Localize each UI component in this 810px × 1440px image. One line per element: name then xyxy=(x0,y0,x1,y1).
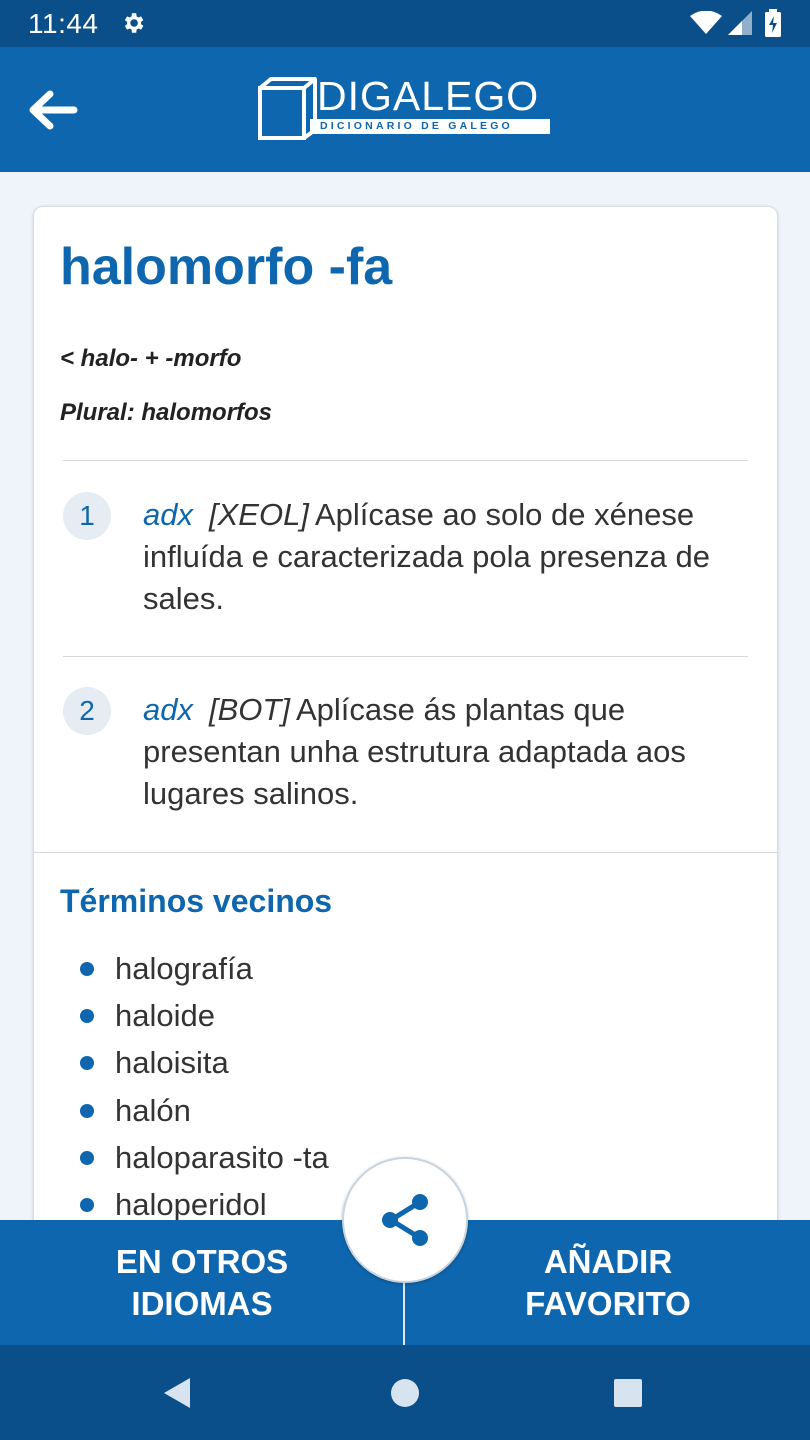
back-arrow-icon[interactable] xyxy=(22,85,82,135)
sense-pos: adx xyxy=(143,497,193,532)
nav-recents-icon[interactable] xyxy=(612,1377,644,1409)
nav-back-icon[interactable] xyxy=(160,1375,196,1411)
neighbors-list: halografía haloide haloisita halón halop… xyxy=(78,945,329,1228)
neighbors-title: Términos vecinos xyxy=(60,883,333,919)
section-divider xyxy=(34,852,777,853)
plural-form: Plural: halomorfos xyxy=(60,399,273,426)
action-separator xyxy=(403,1280,405,1345)
bullet-icon xyxy=(80,1197,94,1212)
sense-number: 2 xyxy=(63,687,111,735)
neighbor-label: halón xyxy=(115,1092,191,1128)
app-header: DIGALEGO DICIONARIO DE GALEGO xyxy=(0,47,810,172)
system-nav-bar xyxy=(0,1345,810,1440)
logo: DIGALEGO DICIONARIO DE GALEGO xyxy=(257,73,553,145)
share-icon xyxy=(382,1194,428,1246)
neighbor-label: haloparasito -ta xyxy=(115,1139,329,1175)
add-favorite-line1: AÑADIR xyxy=(543,1242,673,1280)
bullet-icon xyxy=(80,962,94,976)
neighbor-item[interactable]: haloisita xyxy=(78,1039,329,1086)
neighbor-label: halografía xyxy=(115,951,253,986)
battery-icon xyxy=(765,9,781,37)
add-favorite-label: AÑADIR FAVORITO xyxy=(525,1241,691,1325)
bullet-icon xyxy=(80,1009,94,1024)
other-languages-line1: EN OTROS xyxy=(115,1242,289,1280)
signal-icon xyxy=(728,11,752,35)
neighbor-label: haloide xyxy=(115,998,215,1034)
neighbor-item[interactable]: halón xyxy=(78,1087,329,1134)
divider xyxy=(63,656,748,657)
divider xyxy=(63,460,748,461)
share-button[interactable] xyxy=(342,1157,468,1283)
status-bar: 11:44 xyxy=(0,0,810,47)
add-favorite-button[interactable]: AÑADIR FAVORITO xyxy=(406,1220,810,1345)
sense-definition: adx [XEOL] Aplícase ao solo de xénese infl… xyxy=(143,494,753,620)
neighbor-item[interactable]: haloparasito -ta xyxy=(78,1134,329,1181)
sense-pos: adx xyxy=(143,692,193,727)
add-favorite-line2: FAVORITO xyxy=(525,1284,691,1322)
sense-number: 1 xyxy=(63,492,111,540)
nav-home-icon[interactable] xyxy=(389,1377,421,1409)
other-languages-button[interactable]: EN OTROS IDIOMAS xyxy=(0,1220,404,1345)
neighbor-label: haloisita xyxy=(115,1045,229,1081)
gear-icon xyxy=(124,13,144,33)
sense-area: [XEOL] xyxy=(208,497,309,532)
sense-definition: adx [BOT] Aplícase ás plantas que presenta… xyxy=(143,689,753,815)
etymology: < halo- + -morfo xyxy=(60,345,242,372)
bullet-icon xyxy=(80,1150,94,1165)
logo-title: DIGALEGO xyxy=(317,73,540,119)
status-time: 11:44 xyxy=(28,8,99,39)
other-languages-label: EN OTROS IDIOMAS xyxy=(116,1241,288,1325)
neighbor-item[interactable]: haloide xyxy=(78,992,329,1039)
neighbor-label: haloperidol xyxy=(115,1186,267,1222)
bullet-icon xyxy=(80,1056,94,1071)
neighbor-item[interactable]: halografía xyxy=(78,945,329,992)
wifi-icon xyxy=(690,11,722,34)
entry-card: halomorfo -fa < halo- + -morfo Plural: h… xyxy=(33,206,778,1236)
other-languages-line2: IDIOMAS xyxy=(131,1284,273,1322)
headword: halomorfo -fa xyxy=(60,238,393,296)
bullet-icon xyxy=(80,1103,94,1118)
logo-subtitle: DICIONARIO DE GALEGO xyxy=(320,120,513,132)
sense-area: [BOT] xyxy=(208,692,290,727)
